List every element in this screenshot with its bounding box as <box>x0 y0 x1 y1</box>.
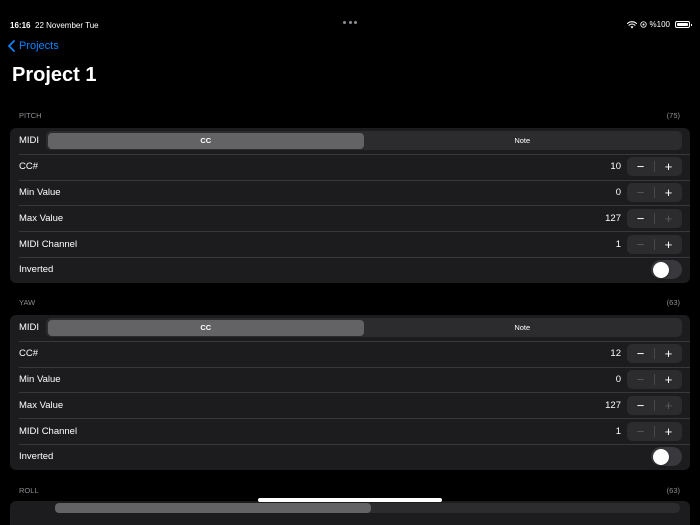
section-count: (75) <box>666 111 680 120</box>
minus-button[interactable]: − <box>627 370 654 389</box>
back-button[interactable]: Projects <box>8 40 59 52</box>
inverted-row: Inverted <box>10 256 690 283</box>
plus-button[interactable]: + <box>655 157 682 176</box>
minus-button[interactable]: − <box>627 235 654 254</box>
plus-button[interactable]: + <box>655 396 682 415</box>
min-value-stepper: − + <box>627 182 682 202</box>
cc-number-row: CC# 12 − + <box>10 340 690 367</box>
cc-number-stepper: − + <box>627 157 682 177</box>
row-value: 127 <box>605 212 621 224</box>
minus-button[interactable]: − <box>627 157 654 176</box>
row-label: Min Value <box>19 186 61 198</box>
section-header: YAW (63) <box>10 295 690 310</box>
screen: 16:16 22 November Tue %100 Projects Proj… <box>0 0 700 525</box>
minus-button[interactable]: − <box>627 422 654 441</box>
status-time: 16:16 <box>10 21 31 30</box>
cc-number-stepper: − + <box>627 344 682 364</box>
settings-card: MIDI CC Note CC# 10 − + Min Value 0 − + … <box>10 128 690 283</box>
row-label: Min Value <box>19 373 61 385</box>
segment-note[interactable]: Note <box>364 133 680 149</box>
row-label: MIDI <box>19 135 40 147</box>
section-title: YAW <box>19 298 36 307</box>
section-count: (63) <box>666 486 680 495</box>
max-value-stepper: − + <box>627 208 682 228</box>
segment-cc[interactable]: CC <box>47 319 365 336</box>
page-title: Project 1 <box>12 64 97 86</box>
min-value-stepper: − + <box>627 369 682 389</box>
row-label: CC# <box>19 348 39 360</box>
max-value-stepper: − + <box>627 395 682 415</box>
plus-button[interactable]: + <box>655 344 682 363</box>
min-value-row: Min Value 0 − + <box>10 366 690 393</box>
plus-button[interactable]: + <box>655 422 682 441</box>
section-title: PITCH <box>19 111 42 120</box>
midi-channel-row: MIDI Channel 1 − + <box>10 418 690 444</box>
segment-note[interactable]: Note <box>364 320 680 336</box>
row-value: 127 <box>605 399 621 411</box>
inverted-toggle[interactable] <box>651 260 682 280</box>
segment-cc[interactable]: CC <box>47 132 365 149</box>
midi-channel-row: MIDI Channel 1 − + <box>10 231 690 257</box>
section-header: PITCH (75) <box>10 108 690 123</box>
row-label: MIDI <box>19 322 40 334</box>
midi-type-segmented-control: CC Note <box>46 318 682 338</box>
midi-channel-stepper: − + <box>627 234 682 254</box>
row-value: 12 <box>610 348 621 360</box>
chevron-left-icon <box>8 40 15 52</box>
home-indicator[interactable] <box>258 498 442 502</box>
minus-button[interactable]: − <box>627 209 654 228</box>
min-value-row: Min Value 0 − + <box>10 179 690 206</box>
status-right: %100 <box>626 20 692 29</box>
battery-icon <box>675 21 692 28</box>
row-value: 10 <box>610 161 621 173</box>
back-label: Projects <box>19 40 59 52</box>
midi-type-row: MIDI CC Note <box>10 315 690 341</box>
battery-fill <box>677 23 688 26</box>
minus-button[interactable]: − <box>627 344 654 363</box>
row-value: 0 <box>615 373 621 385</box>
row-label: Max Value <box>19 399 64 411</box>
section-title: ROLL <box>19 486 39 495</box>
row-label: MIDI Channel <box>19 425 78 437</box>
section-roll: ROLL (63) <box>10 483 690 498</box>
minus-button[interactable]: − <box>627 183 654 202</box>
row-label: Inverted <box>19 451 54 463</box>
multitasking-dots-icon[interactable] <box>343 21 357 25</box>
row-value: 0 <box>615 186 621 198</box>
max-value-row: Max Value 127 − + <box>10 392 690 418</box>
max-value-row: Max Value 127 − + <box>10 205 690 231</box>
midi-type-row: MIDI CC Note <box>10 128 690 154</box>
row-value: 1 <box>615 425 621 437</box>
plus-button[interactable]: + <box>655 209 682 228</box>
minus-button[interactable]: − <box>627 396 654 415</box>
plus-button[interactable]: + <box>655 183 682 202</box>
settings-card: MIDI CC Note CC# 12 − + Min Value 0 − + … <box>10 315 690 470</box>
wifi-icon <box>626 20 637 28</box>
status-bar: 16:16 22 November Tue %100 <box>0 0 700 34</box>
midi-type-segmented-control: CC Note <box>46 131 682 151</box>
row-label: Max Value <box>19 212 64 224</box>
row-label: MIDI Channel <box>19 238 78 250</box>
section-yaw: YAW (63) MIDI CC Note CC# 12 − + Min Val… <box>10 295 690 470</box>
row-value: 1 <box>615 238 621 250</box>
section-header: ROLL (63) <box>10 483 690 498</box>
status-date: 22 November Tue <box>35 21 99 30</box>
inverted-toggle[interactable] <box>651 447 682 467</box>
row-label: CC# <box>19 161 39 173</box>
cc-number-row: CC# 10 − + <box>10 153 690 180</box>
row-label: Inverted <box>19 264 54 276</box>
plus-button[interactable]: + <box>655 235 682 254</box>
plus-button[interactable]: + <box>655 370 682 389</box>
battery-percent: %100 <box>649 20 670 29</box>
section-count: (63) <box>666 298 680 307</box>
section-pitch: PITCH (75) MIDI CC Note CC# 10 − + Min V… <box>10 108 690 283</box>
settings-card-partial <box>10 501 690 525</box>
orientation-lock-icon <box>639 21 647 28</box>
midi-channel-stepper: − + <box>627 421 682 441</box>
inverted-row: Inverted <box>10 443 690 470</box>
midi-type-segmented-control[interactable] <box>55 503 680 513</box>
